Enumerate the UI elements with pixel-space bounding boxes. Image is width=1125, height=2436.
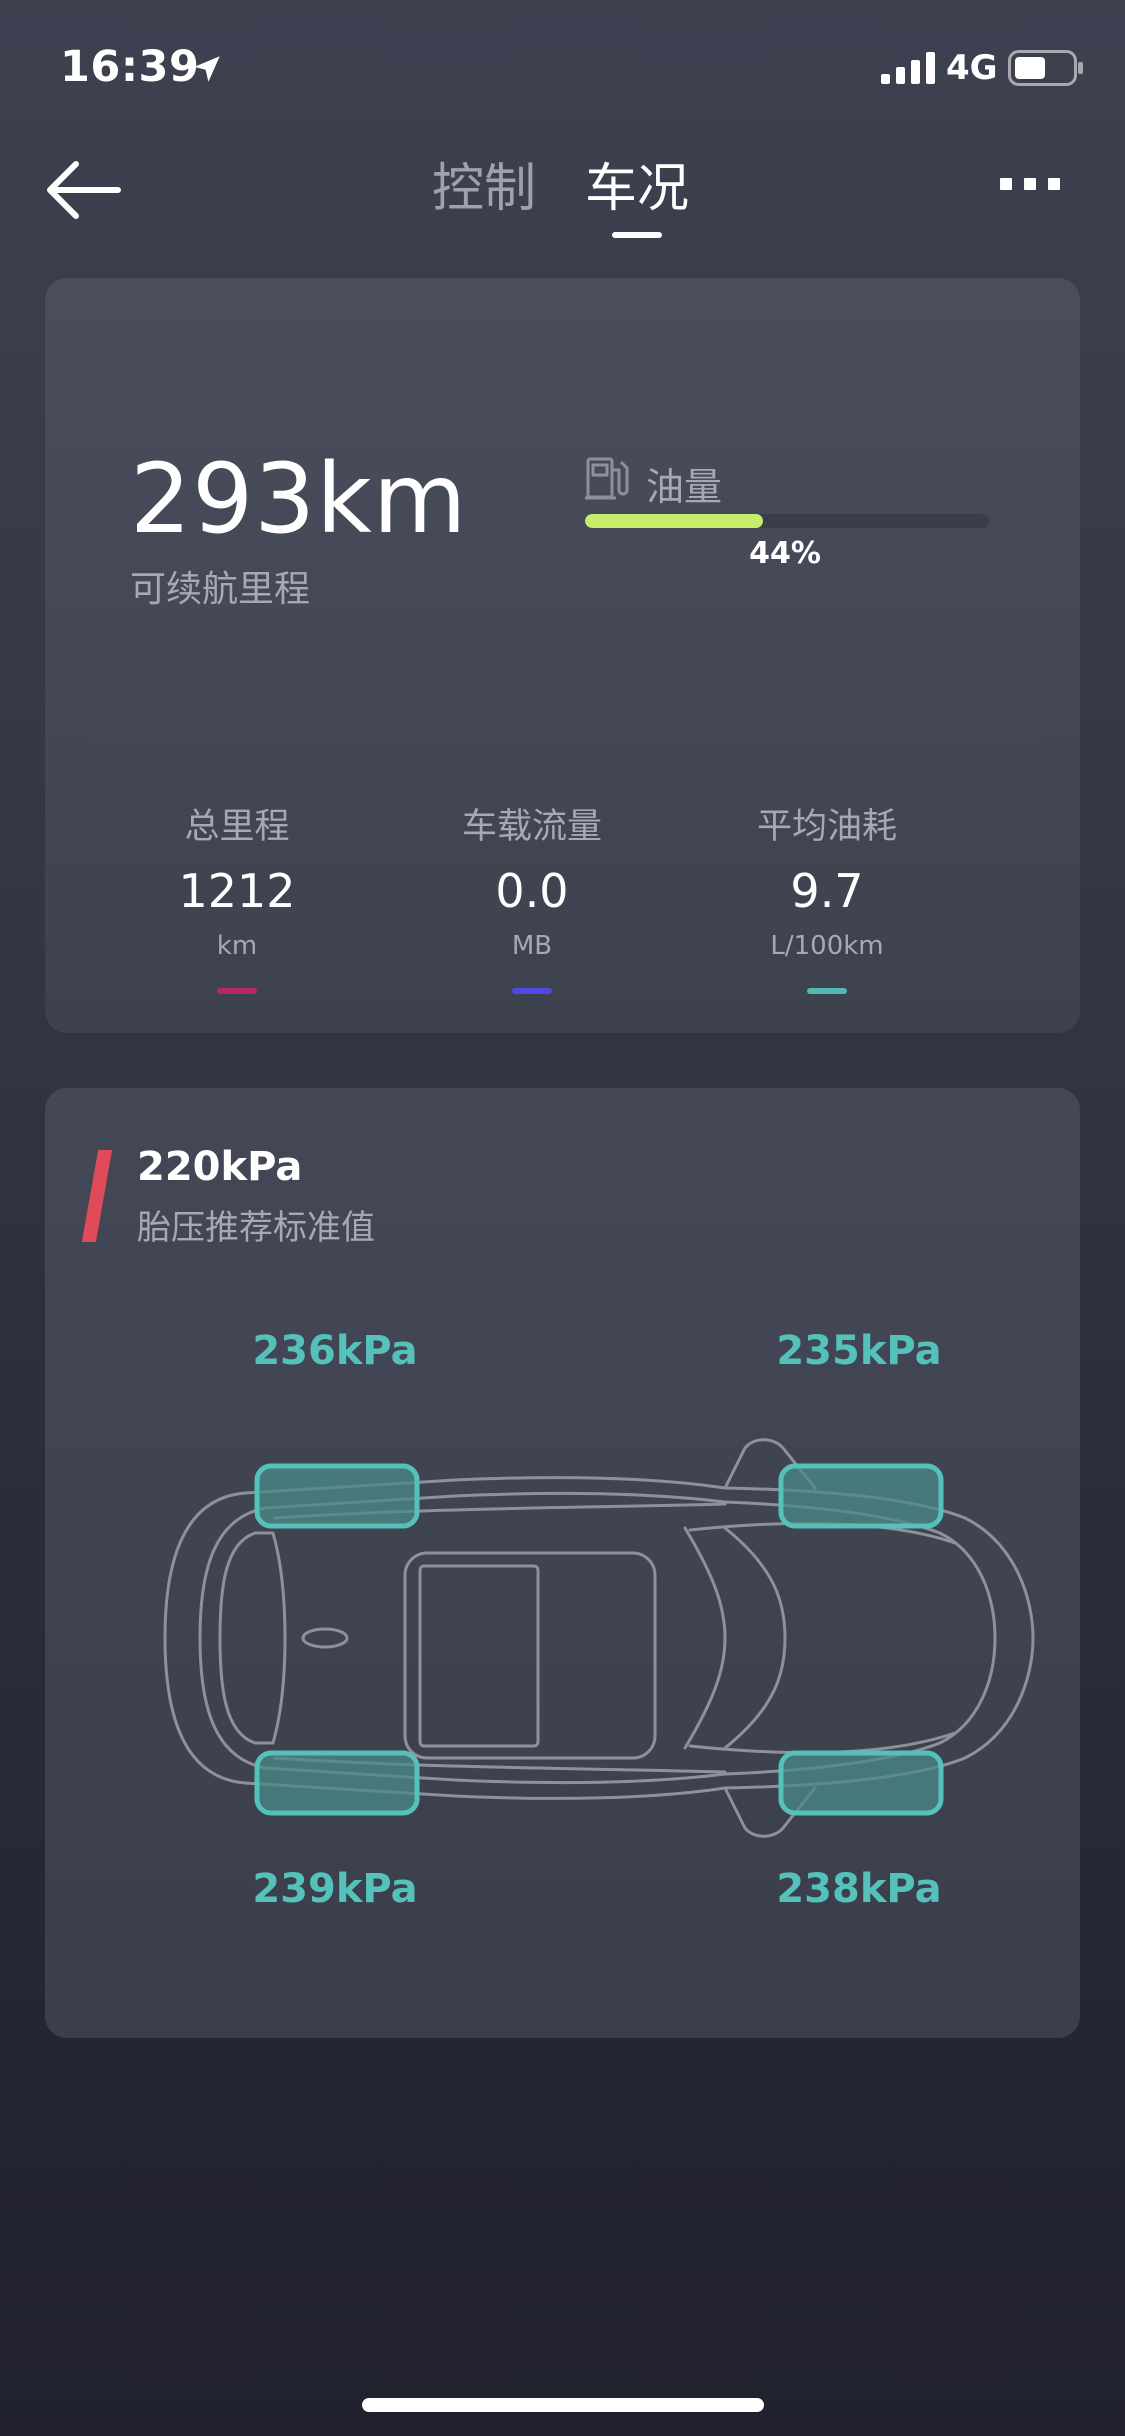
fuel-percent: 44% [749, 536, 821, 571]
stat-value: 0.0 [495, 864, 569, 918]
tire-pressure-card: 220kPa 胎压推荐标准值 236kPa 235kPa 239kPa 238k… [45, 1088, 1080, 2038]
tab-control[interactable]: 控制 [432, 146, 536, 221]
tab-active-indicator [612, 232, 662, 238]
stat-total-mileage[interactable]: 总里程 1212 km [137, 798, 337, 994]
car-top-view-diagram [163, 1438, 1035, 1838]
more-dots-icon [1000, 178, 1012, 190]
stat-label: 总里程 [184, 807, 290, 847]
tire-rear-right-pressure: 238kPa [776, 1866, 942, 1912]
location-arrow-icon [194, 56, 220, 82]
home-indicator[interactable] [362, 2398, 764, 2412]
divider [90, 740, 1035, 742]
stat-unit: km [1022, 926, 1080, 966]
stat-unit: MB [511, 931, 553, 961]
stat-value: 1 [1022, 856, 1080, 926]
stat-color-marker [512, 988, 552, 994]
overview-card: 293km 可续航里程 油量 44% 总里程 1212 km 车载流量 0.0 … [45, 278, 1080, 1033]
stat-value: 1212 [178, 864, 296, 918]
tire-accent-bar [81, 1150, 113, 1242]
status-time: 16:39 [60, 42, 200, 92]
arrow-left-icon [47, 161, 121, 219]
tire-front-left-pressure: 236kPa [252, 1328, 418, 1374]
back-button[interactable] [40, 150, 130, 230]
stat-value: 9.7 [790, 864, 864, 918]
tire-standard-label: 胎压推荐标准值 [137, 1208, 375, 1248]
fuel-level-fill [585, 514, 763, 528]
status-bar: 16:39 4G [0, 0, 1125, 140]
range-label: 可续航里程 [130, 569, 311, 610]
fuel-pump-icon [585, 457, 629, 500]
stat-color-marker [217, 988, 257, 994]
stat-avg-fuel[interactable]: 平均油耗 9.7 L/100km [727, 798, 927, 994]
nav-bar: 控制 车况 [0, 140, 1125, 250]
tire-standard-value: 220kPa [137, 1144, 303, 1190]
stat-label: 平均 [1022, 798, 1080, 856]
stat-label: 平均油耗 [756, 807, 897, 847]
more-button[interactable] [990, 166, 1070, 206]
signal-icon [881, 52, 935, 84]
network-label: 4G [946, 48, 998, 88]
fuel-level-bar [585, 514, 989, 528]
tab-vehicle-status[interactable]: 车况 [585, 146, 689, 221]
battery-icon [1008, 50, 1083, 86]
stat-unit: km [216, 931, 258, 961]
tire-front-right-pressure: 235kPa [776, 1328, 942, 1374]
range-value: 293km [130, 443, 468, 555]
stat-label: 车载流量 [461, 807, 602, 847]
stats-row: 总里程 1212 km 车载流量 0.0 MB 平均油耗 9.7 L/100km… [45, 798, 1080, 998]
stat-unit: L/100km [770, 931, 884, 961]
fuel-label: 油量 [646, 465, 723, 509]
tire-rear-left-pressure: 239kPa [252, 1866, 418, 1912]
stat-average-partial[interactable]: 平均 1 km [1022, 798, 1080, 994]
stat-color-marker [807, 988, 847, 994]
stat-data-usage[interactable]: 车载流量 0.0 MB [432, 798, 632, 994]
